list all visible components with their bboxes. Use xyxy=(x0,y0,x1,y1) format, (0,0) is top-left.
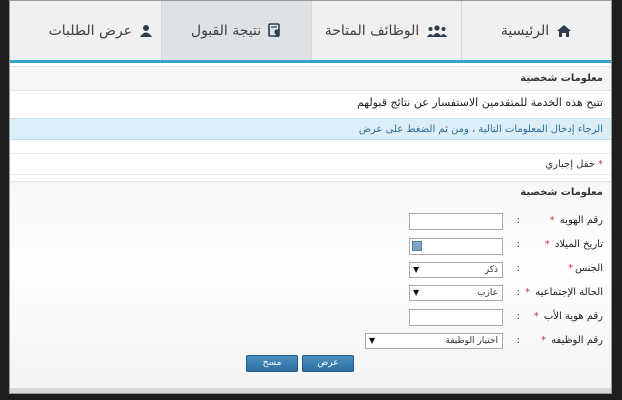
dob-input[interactable] xyxy=(409,238,503,255)
dob-label: تاريخ الميلاد * xyxy=(544,239,603,250)
colon: : xyxy=(516,263,520,274)
main-content: معلومات شخصية تتيح هذه الخدمة للمتقدمين … xyxy=(10,63,611,393)
calendar-icon[interactable] xyxy=(412,241,422,251)
required-note-label: حقل إجباري xyxy=(545,159,595,170)
gender-select[interactable]: ذكر ▼ xyxy=(409,262,503,278)
personal-info-form: معلومات شخصية رقم الهويه * : تاريخ الميل… xyxy=(10,181,611,393)
people-icon xyxy=(426,24,448,38)
dropdown-arrow-icon: ▼ xyxy=(369,336,376,345)
job-label: رقم الوظيفه * xyxy=(540,335,603,346)
horizontal-scrollbar[interactable] xyxy=(10,388,611,393)
certificate-icon xyxy=(268,23,282,38)
clear-button[interactable]: مسح xyxy=(246,355,298,372)
submit-button[interactable]: عرض xyxy=(302,355,354,372)
gender-label: الجنس* xyxy=(567,263,603,274)
colon: : xyxy=(516,311,520,322)
nav-item-result[interactable]: نتيجة القبول xyxy=(161,1,311,60)
home-icon xyxy=(556,24,572,38)
job-select[interactable]: اختيار الوظيفة ▼ xyxy=(365,333,503,349)
id-number-input[interactable] xyxy=(409,213,503,230)
marital-label: الحالة الإجتماعيه * xyxy=(525,287,603,298)
nav-item-label: عرض الطلبات xyxy=(48,22,132,39)
intro-text: تتيح هذه الخدمة للمتقدمين الاستفسار عن ن… xyxy=(356,96,603,109)
nav-item-applications[interactable]: عرض الطلبات xyxy=(11,1,161,60)
nav-item-label: الرئيسية xyxy=(500,22,550,39)
id-label: رقم الهويه * xyxy=(549,215,603,226)
nav-item-home[interactable]: الرئيسية xyxy=(461,1,611,60)
father-id-label: رقم هوية الأب * xyxy=(533,311,603,322)
required-field-note: *حقل إجباري xyxy=(10,153,611,175)
colon: : xyxy=(516,287,520,298)
required-star: * xyxy=(598,159,603,170)
browser-viewport: الرئيسية الوظائف المتاحة نتيجة القبول عر… xyxy=(9,0,612,394)
dropdown-arrow-icon: ▼ xyxy=(413,265,420,274)
nav-item-label: نتيجة القبول xyxy=(190,22,262,39)
form-title: معلومات شخصية xyxy=(520,187,603,198)
nav-item-jobs[interactable]: الوظائف المتاحة xyxy=(311,1,461,60)
dropdown-arrow-icon: ▼ xyxy=(413,288,420,297)
panel-title: معلومات شخصية xyxy=(10,66,611,91)
info-notice: الرجاء إدخال المعلومات التالية ، ومن ثم … xyxy=(10,118,611,140)
colon: : xyxy=(516,239,520,250)
colon: : xyxy=(516,215,520,226)
marital-status-select[interactable]: عازب ▼ xyxy=(409,285,503,301)
user-icon xyxy=(139,24,153,38)
main-nav: الرئيسية الوظائف المتاحة نتيجة القبول عر… xyxy=(10,1,611,63)
nav-item-label: الوظائف المتاحة xyxy=(324,22,420,39)
father-id-input[interactable] xyxy=(409,309,503,326)
colon: : xyxy=(516,335,520,346)
